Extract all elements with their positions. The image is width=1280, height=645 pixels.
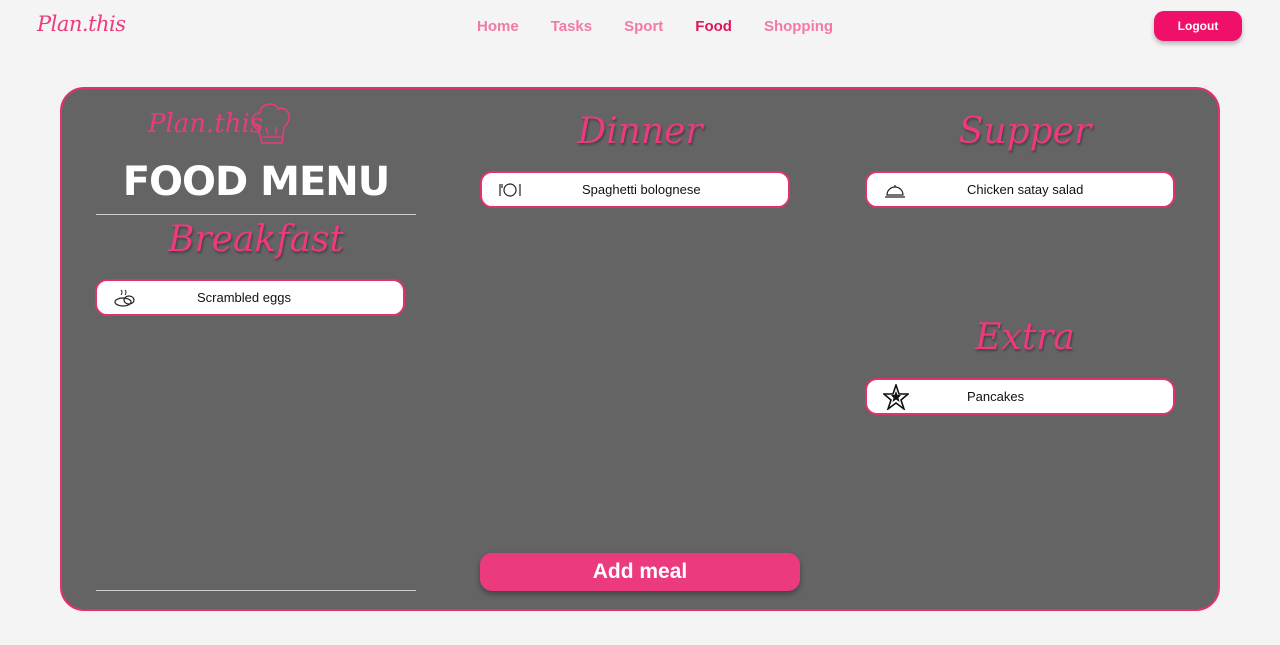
cloche-serving-icon [883, 181, 923, 199]
app-logo[interactable]: Plan.this [37, 12, 126, 36]
nav-shopping[interactable]: Shopping [764, 18, 833, 35]
food-menu-panel: Plan.this FOOD MENU Breakfast Scrambled … [60, 87, 1220, 611]
dinner-title: Dinner [577, 111, 703, 152]
extra-title: Extra [975, 317, 1075, 358]
breakfast-title: Breakfast [168, 219, 344, 260]
title-divider [96, 214, 416, 215]
bottom-divider [96, 590, 416, 591]
supper-title: Supper [958, 111, 1092, 152]
panel-brand: Plan.this [148, 109, 264, 139]
logout-button[interactable]: Logout [1154, 11, 1242, 41]
meal-name: Spaghetti bolognese [582, 182, 701, 197]
nav-food[interactable]: Food [695, 18, 732, 35]
meal-item[interactable]: Spaghetti bolognese [480, 171, 790, 208]
page-title: FOOD MENU [122, 159, 391, 205]
meal-name: Chicken satay salad [967, 182, 1084, 197]
meal-name: Pancakes [967, 389, 1025, 404]
eggs-icon [113, 289, 153, 307]
fork-plate-knife-icon [498, 182, 538, 198]
meal-item[interactable]: Pancakes [865, 378, 1175, 415]
nav-tasks[interactable]: Tasks [551, 18, 592, 35]
chef-hat-icon [248, 99, 294, 154]
meal-name: Scrambled eggs [197, 290, 291, 305]
meal-item[interactable]: Scrambled eggs [95, 279, 405, 316]
meal-item[interactable]: Chicken satay salad [865, 171, 1175, 208]
main-nav: Home Tasks Sport Food Shopping [477, 18, 865, 35]
star-icon [883, 383, 923, 410]
nav-home[interactable]: Home [477, 18, 519, 35]
nav-sport[interactable]: Sport [624, 18, 663, 35]
add-meal-button[interactable]: Add meal [480, 553, 800, 591]
